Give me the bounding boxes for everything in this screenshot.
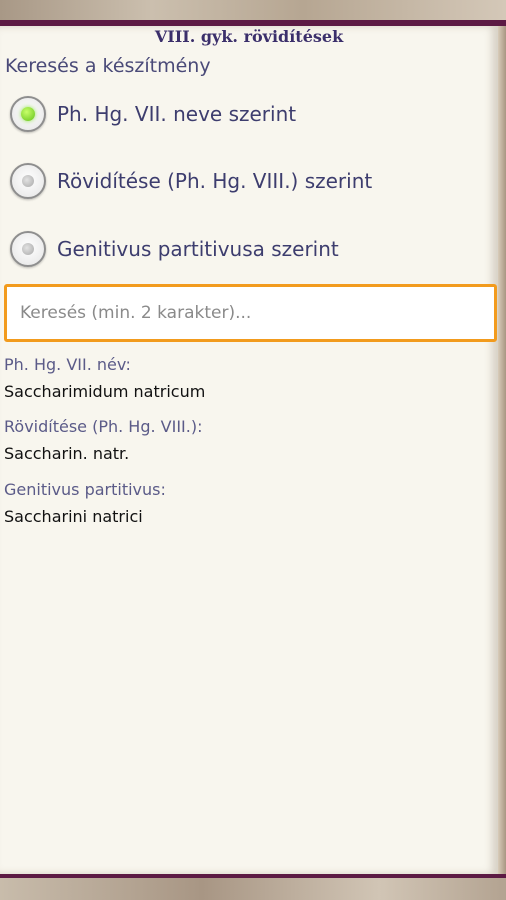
top-frame xyxy=(0,0,506,22)
radio-button-checked-icon[interactable] xyxy=(10,96,46,132)
radio-label-name: Ph. Hg. VII. neve szerint xyxy=(57,102,297,126)
genitive-value: Saccharini natrici xyxy=(4,507,143,526)
search-by-label: Keresés a készítmény xyxy=(5,55,211,77)
search-input[interactable] xyxy=(4,284,497,342)
radio-label-genitive: Genitivus partitivusa szerint xyxy=(57,237,339,261)
radio-button-unchecked-icon[interactable] xyxy=(10,163,46,199)
panel-edge xyxy=(498,26,506,874)
page-title: VIII. gyk. rövidítések xyxy=(154,27,344,46)
name-label: Ph. Hg. VII. név: xyxy=(4,355,131,374)
name-value: Saccharimidum natricum xyxy=(4,382,206,401)
abbreviation-label: Rövidítése (Ph. Hg. VIII.): xyxy=(4,417,203,436)
bottom-frame xyxy=(0,878,506,900)
radio-option-genitive[interactable]: Genitivus partitivusa szerint xyxy=(10,229,339,269)
radio-option-name[interactable]: Ph. Hg. VII. neve szerint xyxy=(10,94,296,134)
radio-button-unchecked-icon[interactable] xyxy=(10,231,46,267)
radio-label-abbreviation: Rövidítése (Ph. Hg. VIII.) szerint xyxy=(57,169,373,193)
genitive-label: Genitivus partitivus: xyxy=(4,480,166,499)
abbreviation-value: Saccharin. natr. xyxy=(4,444,130,463)
radio-option-abbreviation[interactable]: Rövidítése (Ph. Hg. VIII.) szerint xyxy=(10,161,372,201)
